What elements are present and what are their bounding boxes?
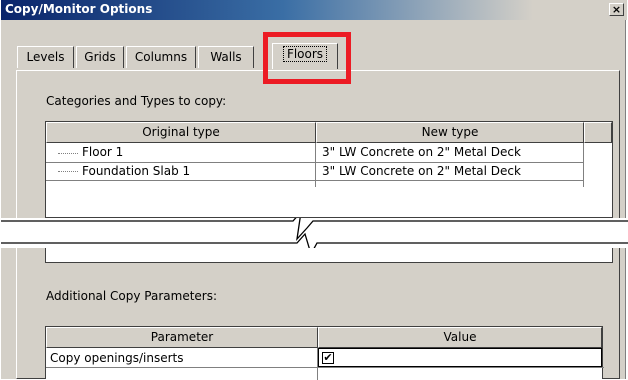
tree-connector [58,171,78,172]
params-section-label: Additional Copy Parameters: [46,289,218,303]
break-band [1,218,628,248]
types-table: Original type New type Floor 1 3" LW Con… [45,121,613,218]
column-divider [583,143,584,187]
column-header-new-type[interactable]: New type [316,122,584,143]
tab-grids[interactable]: Grids [76,46,124,68]
tab-walls-label: Walls [210,50,242,64]
row-divider [46,367,604,368]
break-line-icon [1,218,628,248]
tree-connector [58,153,78,154]
window-title: Copy/Monitor Options [5,2,153,16]
row-divider [46,180,584,181]
value-cell [318,348,602,367]
tab-columns-label: Columns [134,50,188,64]
table-row-new-type[interactable]: 3" LW Concrete on 2" Metal Deck [322,162,582,180]
tab-levels[interactable]: Levels [17,46,74,68]
tab-levels-label: Levels [26,50,65,64]
types-table-continued [45,248,613,263]
title-bar: Copy/Monitor Options × [1,0,627,20]
column-header-original-type[interactable]: Original type [46,122,316,143]
tab-grids-label: Grids [84,50,116,64]
copy-openings-checkbox[interactable]: ✔ [322,352,334,364]
column-header-parameter[interactable]: Parameter [46,327,318,348]
tab-walls[interactable]: Walls [198,46,254,68]
table-row-parameter: Copy openings/inserts [50,351,184,365]
table-row-new-type[interactable]: 3" LW Concrete on 2" Metal Deck [322,143,582,161]
highlight-box [263,32,351,84]
types-section-label: Categories and Types to copy: [46,94,227,108]
column-header-value[interactable]: Value [318,327,602,348]
tab-columns[interactable]: Columns [126,46,196,68]
close-button[interactable]: × [609,3,624,16]
copy-monitor-options-dialog: Copy/Monitor Options × Levels Grids Colu… [0,0,628,380]
params-table: Parameter Value Copy openings/inserts ✔ [45,326,604,380]
table-row-original[interactable]: Foundation Slab 1 [82,162,312,180]
table-row-original[interactable]: Floor 1 [82,143,312,161]
column-header-filler [584,122,612,143]
